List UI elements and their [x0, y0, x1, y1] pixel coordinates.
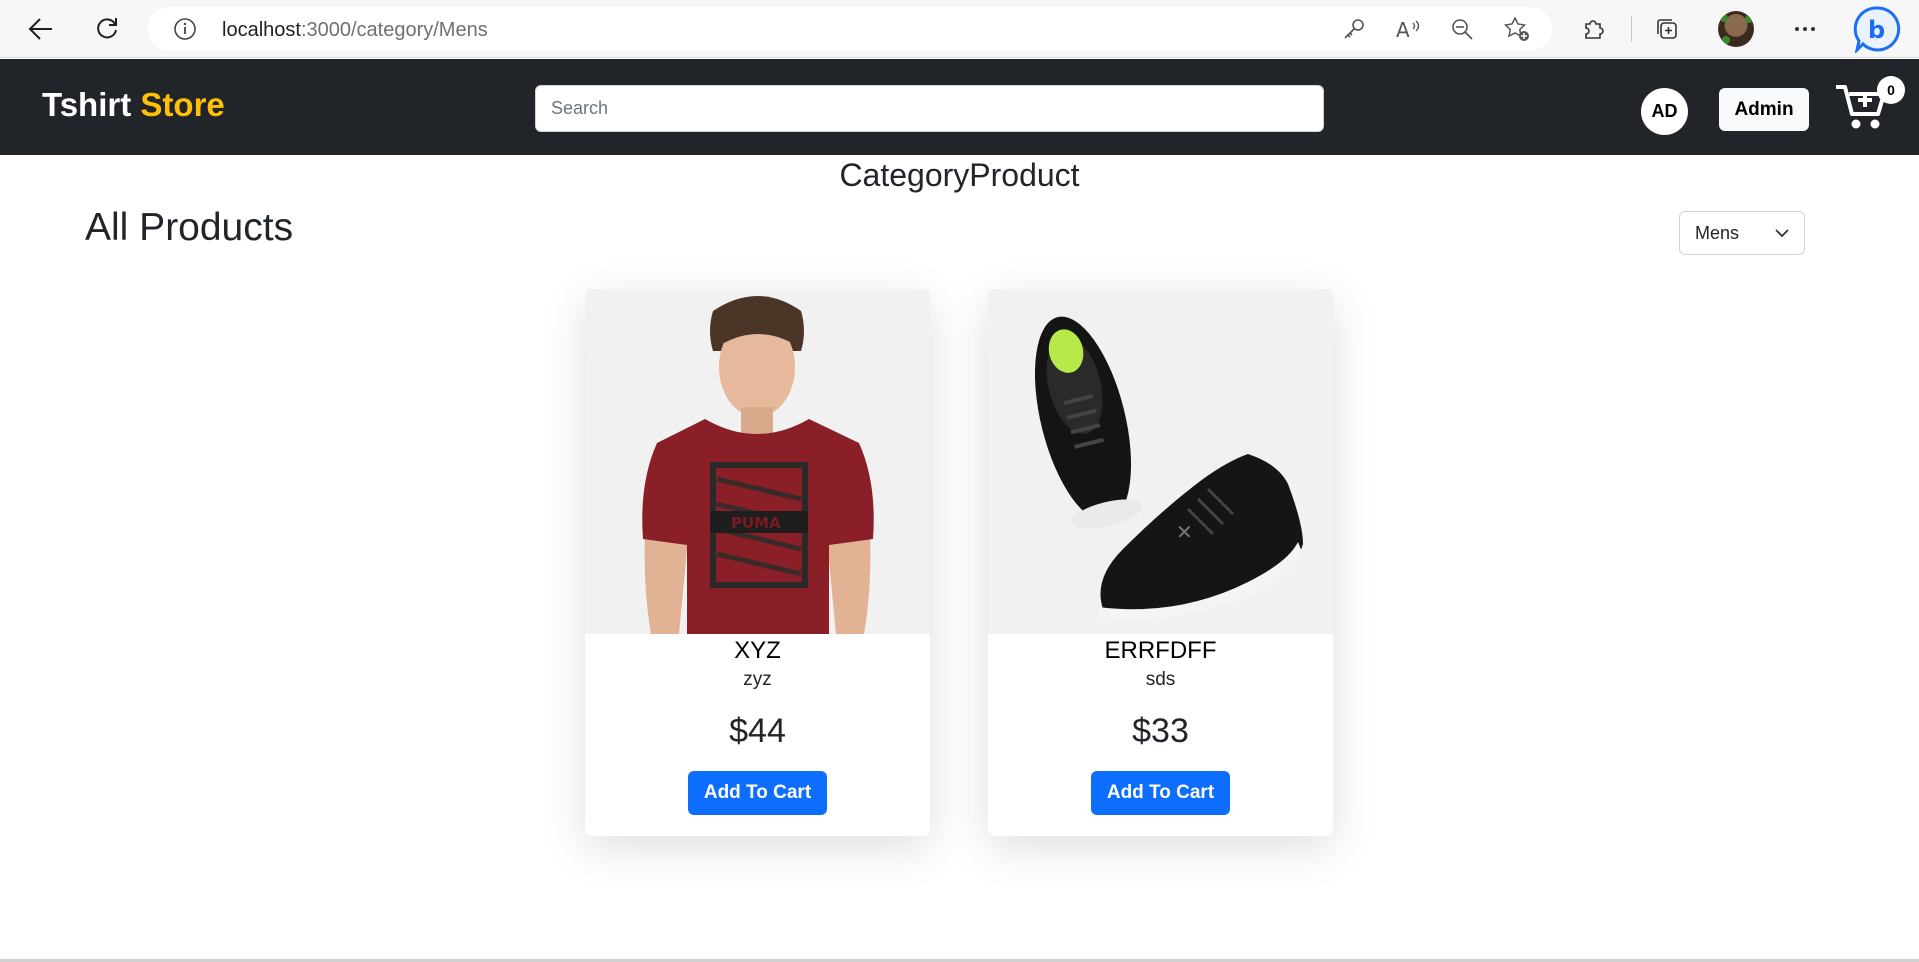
brand-logo[interactable]: Tshirt Store — [42, 86, 225, 124]
browser-profile-avatar[interactable] — [1718, 11, 1754, 47]
product-card: PUMA XYZ zyz $44 Add To Cart — [585, 289, 930, 836]
url-host: localhost — [222, 19, 301, 41]
cart-count-badge: 0 — [1877, 76, 1905, 104]
section-heading: All Products — [85, 206, 294, 249]
chevron-down-icon — [1774, 225, 1790, 246]
product-price: $33 — [1132, 712, 1189, 750]
favorite-add-icon[interactable] — [1500, 12, 1534, 46]
collections-icon[interactable] — [1650, 12, 1684, 46]
product-name: XYZ — [734, 637, 781, 664]
refresh-icon[interactable] — [87, 9, 127, 49]
product-name: ERRFDFF — [1104, 637, 1217, 664]
back-icon[interactable] — [21, 9, 61, 49]
svg-text:✕: ✕ — [1176, 520, 1193, 544]
password-key-icon[interactable] — [1337, 12, 1371, 46]
zoom-out-icon[interactable] — [1445, 12, 1479, 46]
svg-text:PUMA: PUMA — [731, 514, 781, 532]
product-image-tshirt[interactable]: PUMA — [585, 289, 930, 634]
product-card: ✕ ERRFDFF sds $33 Add To Cart — [988, 289, 1333, 836]
extensions-icon[interactable] — [1577, 12, 1611, 46]
brand-main-text: Tshirt — [42, 86, 132, 123]
add-to-cart-button[interactable]: Add To Cart — [688, 771, 827, 815]
browser-toolbar: localhost:3000/category/Mens A b — [0, 0, 1919, 58]
bing-copilot-icon[interactable]: b — [1853, 5, 1901, 55]
avatar-leaf-decoration — [1745, 15, 1753, 23]
avatar-leaf-decoration — [1720, 14, 1728, 22]
more-options-icon[interactable] — [1788, 12, 1822, 46]
info-icon[interactable] — [173, 17, 197, 46]
avatar-leaf-decoration — [1722, 36, 1730, 44]
add-to-cart-button[interactable]: Add To Cart — [1091, 771, 1230, 815]
svg-text:b: b — [1868, 16, 1885, 44]
url-path: :3000/category/Mens — [300, 19, 488, 41]
svg-text:A: A — [1396, 18, 1410, 41]
app-navbar: Tshirt Store AD Admin 0 — [0, 59, 1919, 155]
user-avatar[interactable]: AD — [1641, 88, 1688, 135]
read-aloud-icon[interactable]: A — [1392, 12, 1426, 46]
brand-accent-text: Store — [140, 86, 225, 123]
product-price: $44 — [729, 712, 786, 750]
product-image-shoes[interactable]: ✕ — [988, 289, 1333, 634]
category-select-value: Mens — [1695, 223, 1740, 243]
search-input[interactable] — [535, 85, 1324, 132]
page-title: CategoryProduct — [839, 157, 1080, 193]
product-description: sds — [1145, 669, 1176, 690]
category-select[interactable]: Mens — [1679, 211, 1805, 255]
admin-button[interactable]: Admin — [1719, 88, 1809, 131]
toolbar-separator — [1631, 16, 1632, 42]
url-text: localhost:3000/category/Mens — [222, 19, 488, 42]
product-description: zyz — [743, 669, 772, 690]
